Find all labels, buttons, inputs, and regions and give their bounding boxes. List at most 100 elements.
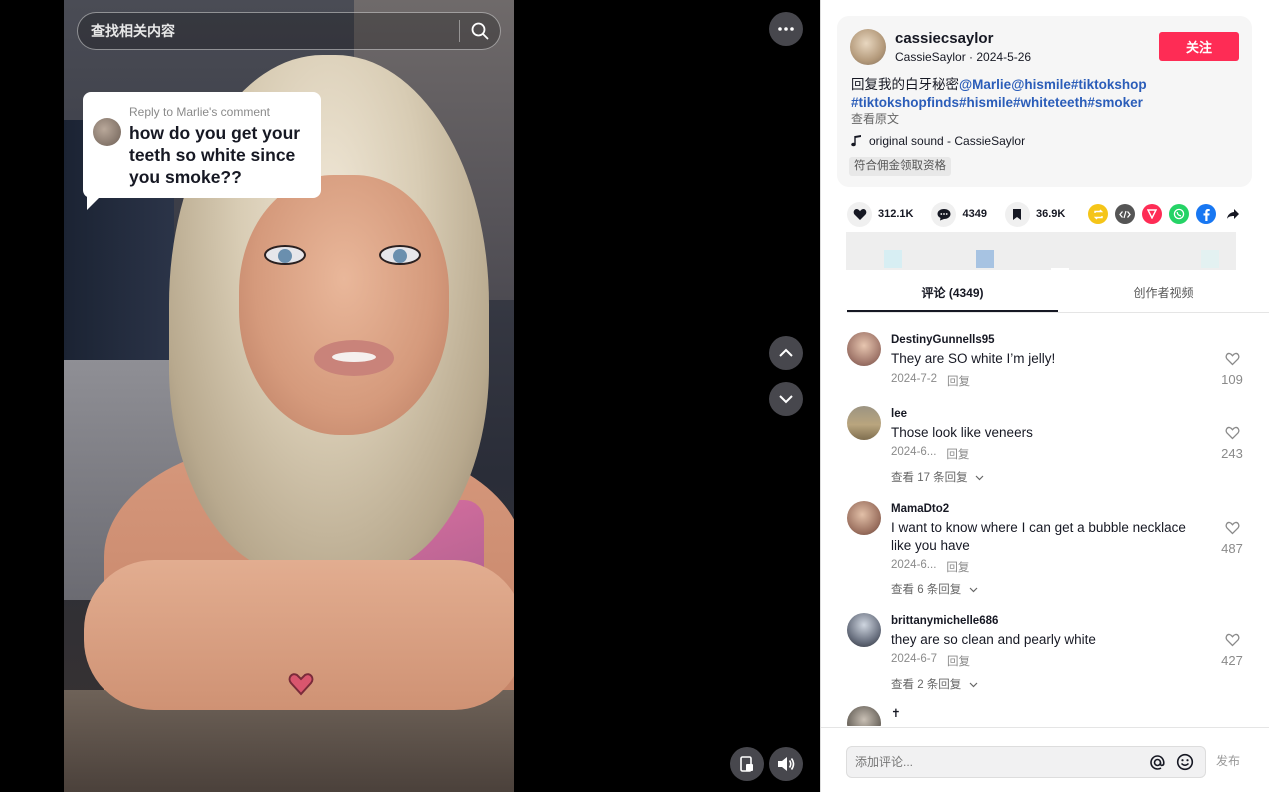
- heart-outline-icon: [1225, 352, 1239, 366]
- comment-like-button[interactable]: 109: [1217, 352, 1247, 387]
- follow-button[interactable]: 关注: [1159, 32, 1239, 61]
- facebook-icon[interactable]: [1196, 204, 1216, 224]
- author-subline: CassieSaylor · 2024-5-26: [895, 50, 1032, 64]
- favorite-button[interactable]: 36.9K: [1004, 201, 1066, 227]
- comment-text: I want to know where I can get a bubble …: [891, 520, 1186, 553]
- comment-like-button[interactable]: 487: [1217, 521, 1247, 556]
- chevron-down-icon: [969, 587, 977, 593]
- heart-icon: [847, 201, 872, 227]
- music-note-icon: [851, 135, 861, 147]
- chevron-up-icon: [779, 348, 793, 357]
- tab-creator-videos[interactable]: 创作者视频: [1058, 276, 1269, 312]
- comment-text: they are so clean and pearly white: [891, 632, 1096, 647]
- comment-composer: 发布: [821, 727, 1269, 792]
- comment-date: 2024-7-2: [891, 373, 938, 385]
- heart-outline-icon: [1225, 426, 1239, 440]
- comment-meta: 2024-6... 回复: [891, 446, 969, 462]
- comment-like-count: 427: [1221, 653, 1243, 668]
- sound-name: original sound - CassieSaylor: [869, 134, 1026, 148]
- like-count: 312.1K: [878, 208, 914, 220]
- related-thumbnail-strip[interactable]: [846, 232, 1236, 270]
- comment-input[interactable]: [847, 755, 1143, 769]
- commenter-avatar[interactable]: [847, 501, 881, 535]
- volume-icon: [778, 757, 795, 771]
- mention-button[interactable]: [1143, 748, 1171, 776]
- commenter-avatar[interactable]: [847, 406, 881, 440]
- more-options-button[interactable]: [769, 12, 803, 46]
- reply-button[interactable]: 回复: [946, 446, 969, 462]
- comment-button[interactable]: 4349: [931, 201, 987, 227]
- reply-comment-bubble: Reply to Marlie's comment how do you get…: [83, 92, 321, 210]
- comment-like-count: 109: [1221, 372, 1243, 387]
- mention-link[interactable]: @Marlie: [959, 77, 1011, 92]
- reply-text: how do you get your teeth so white since…: [129, 123, 301, 187]
- view-replies-label: 查看 17 条回复: [891, 472, 968, 484]
- reply-button[interactable]: 回复: [946, 559, 969, 575]
- post-comment-button[interactable]: 发布: [1216, 752, 1240, 769]
- heart-outline-icon: [1225, 633, 1239, 647]
- commission-badge: 符合佣金领取资格: [849, 157, 951, 176]
- mention-link[interactable]: @hismile: [1011, 77, 1071, 92]
- send-icon[interactable]: [1142, 204, 1162, 224]
- strip-thumbnail: [1051, 268, 1069, 270]
- previous-video-button[interactable]: [769, 336, 803, 370]
- view-replies-button[interactable]: 查看 2 条回复: [891, 676, 978, 692]
- video-subject: [314, 340, 394, 376]
- more-dots-icon: [778, 27, 794, 31]
- commenter-avatar[interactable]: [847, 613, 881, 647]
- comment-like-button[interactable]: 243: [1217, 426, 1247, 461]
- share-arrow-icon[interactable]: [1223, 204, 1243, 224]
- comment-like-count: 487: [1221, 541, 1243, 556]
- tab-comments[interactable]: 评论 (4349): [847, 276, 1058, 312]
- hashtag-link[interactable]: #tiktokshop: [1071, 77, 1147, 92]
- comment-text: They are SO white I’m jelly!: [891, 351, 1056, 366]
- repost-icon[interactable]: [1088, 204, 1108, 224]
- like-button[interactable]: 312.1K: [847, 201, 914, 227]
- commenter-username[interactable]: ✝: [891, 706, 901, 720]
- side-panel: cassiecsaylor CassieSaylor · 2024-5-26 关…: [820, 0, 1269, 792]
- strip-thumbnail: [976, 250, 994, 268]
- comment-like-button[interactable]: 427: [1217, 633, 1247, 668]
- chevron-down-icon: [975, 475, 984, 481]
- app-root: Reply to Marlie's comment how do you get…: [0, 0, 1269, 792]
- hashtag-link[interactable]: #whiteteeth: [1013, 95, 1087, 110]
- comment-text: Those look like veneers: [891, 425, 1033, 440]
- bookmark-icon: [1004, 201, 1030, 227]
- miniplayer-button[interactable]: [730, 747, 764, 781]
- commenter-username[interactable]: DestinyGunnells95: [891, 334, 995, 346]
- comment-bubble-icon: [931, 201, 957, 227]
- hashtag-link[interactable]: #smoker: [1087, 95, 1143, 110]
- commenter-username[interactable]: MamaDto2: [891, 503, 949, 515]
- commenter-avatar[interactable]: [847, 332, 881, 366]
- view-original-link[interactable]: 查看原文: [851, 110, 899, 127]
- reply-button[interactable]: 回复: [947, 653, 970, 669]
- author-avatar[interactable]: [850, 29, 886, 65]
- embed-icon[interactable]: [1115, 204, 1135, 224]
- sound-link[interactable]: original sound - CassieSaylor: [851, 134, 1025, 148]
- commenter-username[interactable]: lee: [891, 408, 907, 420]
- video-caption: 回复我的白牙秘密@Marlie@hismile#tiktokshop #tikt…: [851, 76, 1246, 112]
- reply-label: Reply to Marlie's comment: [129, 105, 270, 119]
- chevron-down-icon: [779, 395, 793, 404]
- commenter-username[interactable]: brittanymichelle686: [891, 615, 998, 627]
- comment-date: 2024-6...: [891, 559, 937, 571]
- commenter-avatar[interactable]: [847, 706, 881, 726]
- caption-text: 回复我的白牙秘密: [851, 77, 959, 92]
- view-replies-label: 查看 6 条回复: [891, 584, 962, 596]
- hashtag-link[interactable]: #hismile: [959, 95, 1013, 110]
- view-replies-button[interactable]: 查看 6 条回复: [891, 581, 978, 597]
- reply-button[interactable]: 回复: [947, 373, 970, 389]
- volume-button[interactable]: [769, 747, 803, 781]
- view-replies-button[interactable]: 查看 17 条回复: [891, 469, 984, 485]
- whatsapp-icon[interactable]: [1169, 204, 1189, 224]
- comment-meta: 2024-6-7 回复: [891, 653, 970, 669]
- emoji-button[interactable]: [1171, 748, 1199, 776]
- emoji-icon: [1176, 753, 1194, 771]
- author-username[interactable]: cassiecsaylor: [895, 30, 993, 47]
- post-date: 2024-5-26: [976, 50, 1032, 64]
- save-count: 36.9K: [1035, 208, 1066, 220]
- search-button[interactable]: [460, 13, 500, 49]
- search-input[interactable]: [78, 23, 459, 39]
- hashtag-link[interactable]: #tiktokshopfinds: [851, 95, 959, 110]
- next-video-button[interactable]: [769, 382, 803, 416]
